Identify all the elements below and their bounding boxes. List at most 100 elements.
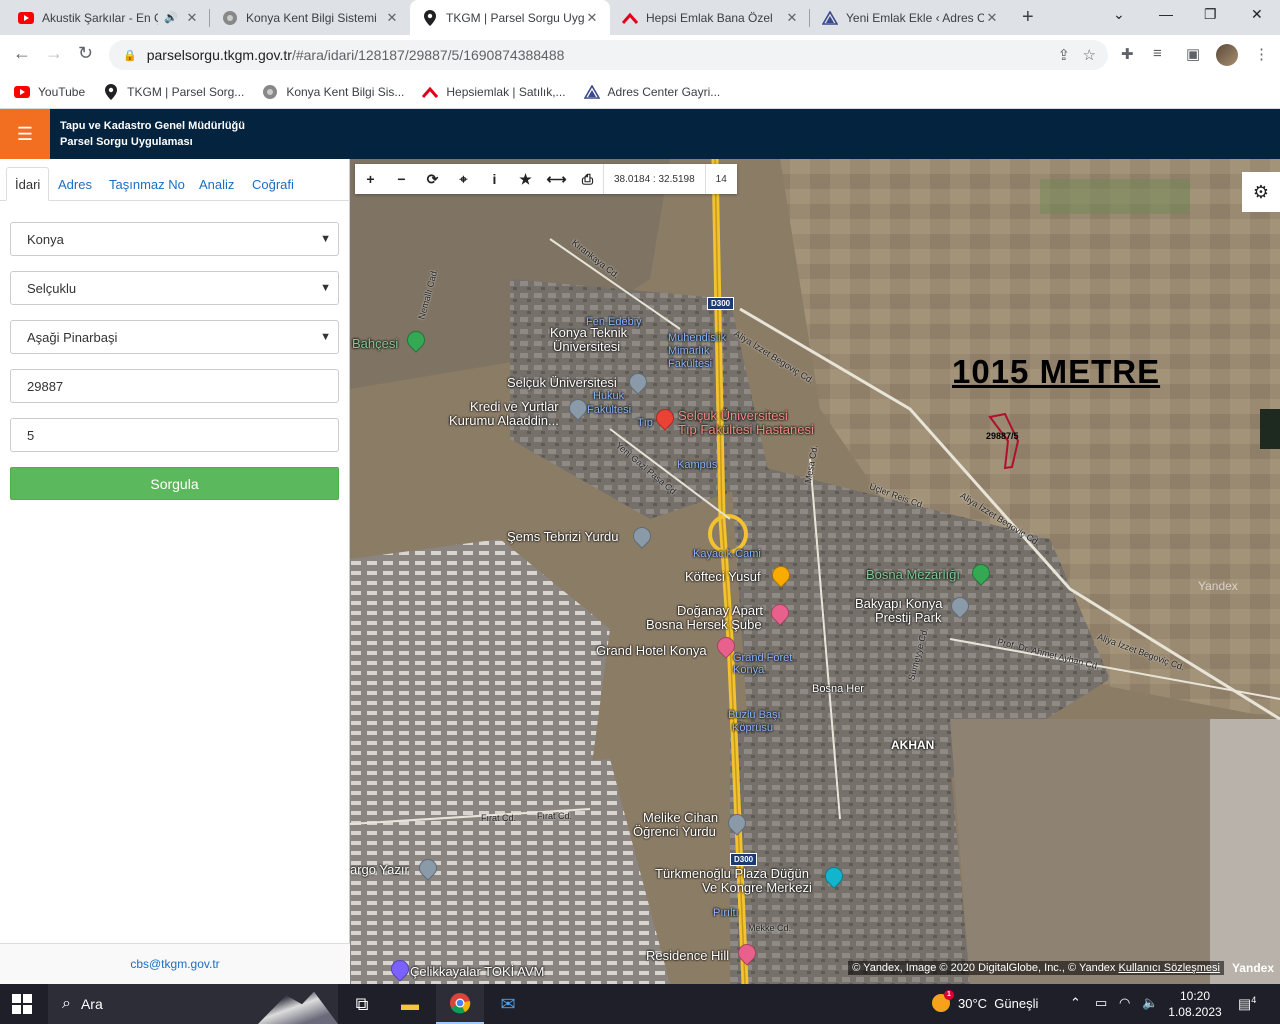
map-label: Üniversitesi <box>553 339 621 354</box>
forward-icon[interactable]: → <box>45 43 63 64</box>
media-icon[interactable]: ≡ <box>1153 45 1162 62</box>
location-pin-icon <box>103 83 119 100</box>
chrome-icon[interactable] <box>436 984 484 1024</box>
reload-icon[interactable]: ↻ <box>78 43 93 64</box>
parcel-input[interactable]: 5 <box>10 418 339 452</box>
footer-email-link[interactable]: cbs@tkgm.gov.tr <box>0 943 350 984</box>
query-button[interactable]: Sorgula <box>10 467 339 500</box>
tab-analiz[interactable]: Analiz <box>191 167 242 201</box>
close-tab-icon[interactable]: ✕ <box>784 10 800 26</box>
audio-icon[interactable]: 🔊 <box>164 11 178 24</box>
mail-icon[interactable]: ✉ <box>484 984 532 1024</box>
tab-tasinmaz-no[interactable]: Taşınmaz No <box>101 167 193 201</box>
refresh-icon[interactable]: ⟳ <box>417 164 448 194</box>
bookmark-adres-center[interactable]: Adres Center Gayri... <box>583 84 720 100</box>
restore-button[interactable]: ❐ <box>1204 6 1217 23</box>
query-tabs: İdari Adres Taşınmaz No Analiz Coğrafi <box>0 159 350 201</box>
map-view[interactable]: Bahçesi Fen Edebiy Konya Teknik Üniversi… <box>350 159 1280 984</box>
wifi-icon[interactable]: ◠ <box>1119 995 1130 1011</box>
search-highlight-image <box>258 991 338 1024</box>
search-placeholder: Ara <box>80 996 103 1012</box>
district-select[interactable]: Selçuklu ▼ <box>10 271 339 305</box>
map-label: Tıp Fakültesi Hastanesi <box>678 422 814 437</box>
measure-icon[interactable]: ⟷ <box>541 164 572 194</box>
browser-tab-tkgm[interactable]: TKGM | Parsel Sorgu Uyg ✕ <box>410 0 610 35</box>
map-label: Residence Hill <box>646 948 730 963</box>
tab-adres[interactable]: Adres <box>50 167 100 201</box>
notification-icon[interactable]: ▤4 <box>1238 995 1256 1013</box>
tab-idari[interactable]: İdari <box>6 167 50 201</box>
side-panel-icon[interactable]: ▣ <box>1186 45 1200 63</box>
info-icon[interactable]: i <box>479 164 510 194</box>
map-label: Köfteci Yusuf <box>685 569 761 584</box>
file-explorer-icon[interactable]: ▬ <box>386 984 434 1024</box>
zoom-out-icon[interactable]: − <box>386 164 417 194</box>
battery-icon[interactable]: ▭ <box>1095 995 1107 1011</box>
weather-widget[interactable]: 1 30°C Güneşli <box>932 990 1038 1012</box>
volume-icon[interactable]: 🔈 <box>1142 995 1158 1011</box>
map-label: Konya <box>733 664 765 676</box>
minimize-button[interactable]: — <box>1159 6 1173 22</box>
chevron-up-icon[interactable]: ⌃ <box>1070 995 1081 1011</box>
tab-search-button[interactable]: ⌄ <box>1113 6 1125 23</box>
emblem-icon <box>262 84 278 100</box>
locate-icon[interactable]: ⌖ <box>448 164 479 194</box>
terms-link[interactable]: Kullanıcı Sözleşmesi <box>1119 962 1221 974</box>
parcel-label: 29887/5 <box>986 431 1019 441</box>
browser-tab-youtube[interactable]: Akustik Şarkılar - En Ç 🔊 ✕ <box>6 0 210 35</box>
map-label: Kayacık Cami <box>693 548 761 560</box>
menu-icon[interactable]: ⋮ <box>1254 45 1269 63</box>
system-clock[interactable]: 10:20 1.08.2023 <box>1164 988 1226 1020</box>
weather-badge: 1 <box>944 990 954 1000</box>
zoom-in-icon[interactable]: + <box>355 164 386 194</box>
close-window-button[interactable]: ✕ <box>1251 6 1263 23</box>
chevron-down-icon: ▼ <box>320 282 331 294</box>
clock-date: 1.08.2023 <box>1168 1005 1222 1019</box>
block-input[interactable]: 29887 <box>10 369 339 403</box>
lock-icon[interactable]: 🔒 <box>123 49 137 62</box>
print-icon[interactable]: ⎙ <box>572 164 603 194</box>
gear-icon[interactable]: ⚙ <box>1242 172 1280 212</box>
close-tab-icon[interactable]: ✕ <box>984 10 1000 26</box>
map-label: Ve Kongre Merkezi <box>702 880 812 895</box>
app-header: ☰ Tapu ve Kadastro Genel Müdürlüğü Parse… <box>0 109 1280 159</box>
browser-tab-konya-kent[interactable]: Konya Kent Bilgi Sistemi ✕ <box>210 0 410 35</box>
map-label: Konya Teknik <box>550 325 628 340</box>
tab-label: Yeni Emlak Ekle ‹ Adres C <box>846 10 984 25</box>
task-view-icon[interactable]: ⧉ <box>338 984 386 1024</box>
province-value: Konya <box>27 231 64 247</box>
map-label: Mühendislik <box>668 332 727 344</box>
browser-tab-adres-center[interactable]: Yeni Emlak Ekle ‹ Adres C ✕ <box>810 0 1010 35</box>
back-icon[interactable]: ← <box>13 43 31 64</box>
close-tab-icon[interactable]: ✕ <box>384 10 400 26</box>
notification-count: 4 <box>1251 995 1257 1005</box>
profile-avatar[interactable] <box>1216 44 1238 66</box>
bookmark-hepsiemlak[interactable]: Hepsiemlak | Satılık,... <box>422 84 566 100</box>
app-title-line1: Tapu ve Kadastro Genel Müdürlüğü <box>60 120 245 132</box>
bookmark-label: TKGM | Parsel Sorg... <box>127 84 245 99</box>
bookmark-konya-kent[interactable]: Konya Kent Bilgi Sis... <box>262 84 404 100</box>
taskbar-search[interactable]: ⌕ Ara <box>48 984 338 1024</box>
new-tab-button[interactable]: + <box>1022 6 1034 29</box>
address-bar[interactable]: 🔒 parselsorgu.tkgm.gov.tr/#ara/idari/128… <box>109 40 1108 70</box>
browser-tab-hepsiemlak[interactable]: Hepsi Emlak Bana Özel ✕ <box>610 0 810 35</box>
bookmark-youtube[interactable]: YouTube <box>14 84 85 100</box>
hamburger-menu-icon[interactable]: ☰ <box>0 109 50 159</box>
tab-label: Konya Kent Bilgi Sistemi <box>246 10 377 25</box>
bookmark-tkgm[interactable]: TKGM | Parsel Sorg... <box>103 83 245 100</box>
browser-toolbar: ← → ↻ 🔒 parselsorgu.tkgm.gov.tr/#ara/ida… <box>0 35 1280 75</box>
windows-start-icon[interactable] <box>12 994 32 1014</box>
province-select[interactable]: Konya ▼ <box>10 222 339 256</box>
bookmark-label: YouTube <box>38 84 86 99</box>
share-star-icons[interactable]: ⇪ ☆ <box>1057 46 1096 64</box>
tab-cografi[interactable]: Coğrafi <box>244 167 302 201</box>
star-icon[interactable]: ★ <box>510 164 541 194</box>
tab-label: TKGM | Parsel Sorgu Uyg <box>446 10 584 25</box>
extensions-icon[interactable]: ✚ <box>1121 45 1134 63</box>
close-tab-icon[interactable]: ✕ <box>584 10 600 26</box>
district-value: Selçuklu <box>27 280 77 296</box>
map-label: Tıp <box>637 417 653 429</box>
close-tab-icon[interactable]: ✕ <box>184 10 200 26</box>
neighborhood-select[interactable]: Aşaği Pinarbaşi ▼ <box>10 320 339 354</box>
map-attribution: © Yandex, Image © 2020 DigitalGlobe, Inc… <box>848 961 1224 975</box>
